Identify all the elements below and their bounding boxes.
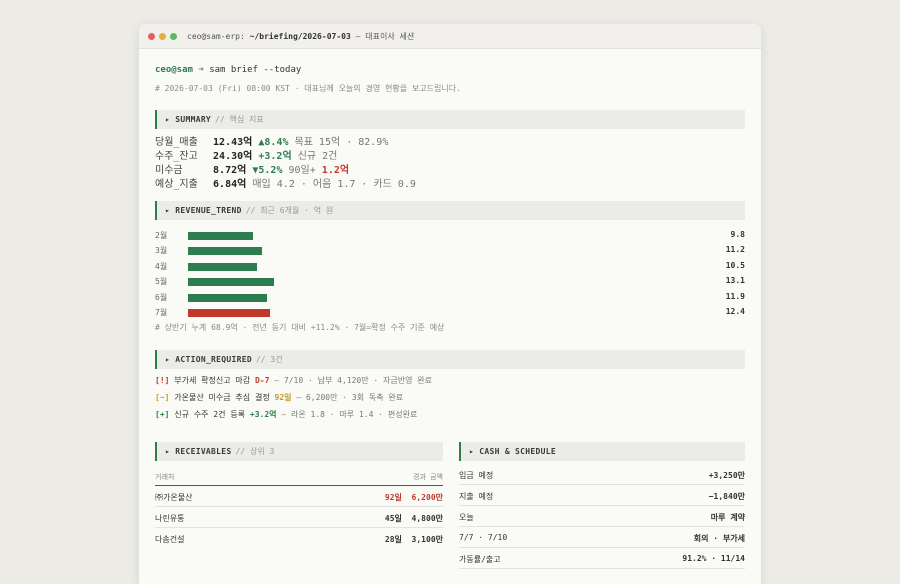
bar-row-4: 5월 13.1	[155, 275, 745, 287]
trend-footnote: # 상반기 누계 68.9억 · 전년 동기 대비 +11.2% · 7월=확정…	[155, 323, 445, 332]
bar-category-label: 6월	[155, 292, 168, 302]
bar-mark	[188, 278, 275, 287]
action-required-header: ▸ ACTION_REQUIRED// 3건	[155, 350, 745, 369]
revenue-trend-header: ▸ REVENUE_TREND// 최근 6개월 · 억 원	[155, 201, 745, 220]
bar-value-label: 11.2	[725, 245, 745, 255]
kpi-receivables: 미수금 8.72억 ▼5.2% 90일+ 1.2억	[155, 165, 350, 176]
receivables-header: ▸ RECEIVABLES// 상위 3	[155, 442, 443, 461]
table-row[interactable]: ㈜가온물산 92일 6,200만	[155, 487, 443, 507]
title-bar: ceo@sam-erp: ~/briefing/2026-07-03 — 대표이…	[139, 24, 761, 49]
kpi-revenue: 당월_매출 12.43억 ▲8.4% 목표 15억 · 82.9%	[155, 137, 389, 148]
bar-category-label: 4월	[155, 261, 168, 271]
terminal-window: ceo@sam-erp: ~/briefing/2026-07-03 — 대표이…	[139, 24, 761, 584]
close-dot-icon[interactable]	[148, 32, 155, 40]
bar-row-1: 2월 9.8	[155, 229, 745, 241]
bar-row-6: 7월 12.4	[155, 306, 745, 318]
minimize-dot-icon[interactable]	[159, 32, 166, 40]
bar-value-label: 10.5	[725, 260, 745, 270]
bar-row-3: 4월 10.5	[155, 260, 745, 272]
window-title: ceo@sam-erp: ~/briefing/2026-07-03 — 대표이…	[187, 31, 415, 41]
action-item[interactable]: [+] 신규 수주 2건 등록 +3.2억 — 라온 1.8 · 마루 1.4 …	[155, 409, 417, 420]
command-line: ceo@sam ➜ sam brief --today	[155, 65, 302, 75]
table-row[interactable]: 다솜건설 28일 3,100만	[155, 529, 443, 549]
bar-category-label: 3월	[155, 246, 168, 256]
summary-header: ▸ SUMMARY// 핵심 지표	[155, 110, 745, 129]
bar-mark	[188, 262, 258, 271]
bar-category-label: 2월	[155, 231, 168, 240]
bar-mark	[188, 309, 270, 317]
ops-row: 가동률/출고 91.2% · 11/14	[459, 549, 745, 569]
bar-row-2: 3월 11.2	[155, 244, 745, 256]
schedule-row: 오늘 마루 계약	[459, 507, 745, 527]
cash-row: 지출 예정 −1,840만	[459, 486, 745, 506]
bar-mark	[188, 232, 253, 240]
bar-category-label: 5월	[155, 277, 168, 287]
cash-row: 입금 예정 +3,250만	[459, 465, 745, 485]
bar-value-label: 11.9	[725, 291, 745, 301]
table-divider	[155, 485, 443, 486]
table-row[interactable]: 나린유통 45일 4,800만	[155, 508, 443, 528]
bar-category-label: 7월	[155, 308, 168, 317]
bar-value-label: 13.1	[725, 276, 745, 286]
bar-mark	[188, 247, 262, 256]
kpi-expense: 예상_지출 6.84억 매입 4.2 · 어음 1.7 · 카드 0.9	[155, 179, 416, 190]
action-item[interactable]: [~] 가온물산 미수금 추심 결정 92일 — 6,200만 · 3회 독촉 …	[155, 392, 403, 403]
action-item[interactable]: [!] 부가세 확정신고 마감 D-7 — 7/10 · 납부 4,120만 ·…	[155, 375, 432, 386]
schedule-row: 7/7 · 7/10 회의 · 부가세	[459, 528, 745, 548]
bar-row-5: 6월 11.9	[155, 291, 745, 303]
bar-value-label: 12.4	[725, 307, 745, 316]
kpi-backlog: 수주_잔고 24.30억 +3.2억 신규 2건	[155, 151, 338, 162]
header-comment: # 2026-07-03 (Fri) 08:00 KST · 대표님께 오늘의 …	[155, 84, 461, 93]
cash-schedule-header: ▸ CASH & SCHEDULE	[459, 442, 745, 461]
bar-value-label: 9.8	[730, 230, 745, 239]
maximize-dot-icon[interactable]	[170, 32, 177, 40]
bar-mark	[188, 293, 267, 302]
col-days-amount: 경과 금액	[413, 473, 443, 481]
